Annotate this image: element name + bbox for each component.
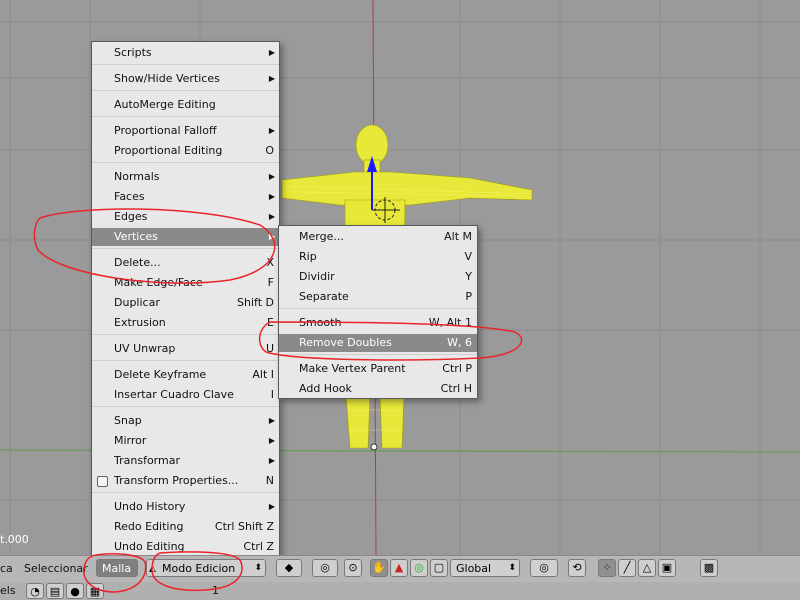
menu-item-normals[interactable]: Normals ▶ [92, 168, 279, 186]
submenu-item-separate[interactable]: Separate P [279, 288, 477, 306]
pivot-icon[interactable]: ◎ [312, 559, 338, 577]
face-select-icon[interactable]: △ [638, 559, 656, 577]
orientation-select[interactable]: Global ⬍ [450, 559, 520, 577]
menu-item-snap[interactable]: Snap ▶ [92, 412, 279, 430]
proportional-icon[interactable]: ◎ [530, 559, 558, 577]
occlude-icon[interactable]: ⊙ [344, 559, 362, 577]
mesh-menu: Scripts ▶ Show/Hide Vertices ▶ AutoMerge E… [91, 41, 280, 557]
submenu-item-merge[interactable]: Merge... Alt M [279, 228, 477, 246]
draw-type-icon[interactable]: ◆ [276, 559, 302, 577]
submenu-item-rip[interactable]: Rip V [279, 248, 477, 266]
rotate-icon[interactable]: ◎ [410, 559, 428, 577]
menu-item-transform[interactable]: Transformar ▶ [92, 452, 279, 470]
menu-item-proportional-editing[interactable]: Proportional Editing O [92, 142, 279, 160]
translate-icon[interactable]: ▲ [390, 559, 408, 577]
menu-item-undo-editing[interactable]: Undo Editing Ctrl Z [92, 538, 279, 556]
submenu-item-add-hook[interactable]: Add Hook Ctrl H [279, 380, 477, 398]
mode-icon: ◭ [149, 564, 156, 574]
menu-item-insert-keyframe[interactable]: Insertar Cuadro Clave I [92, 386, 279, 404]
menu-item-delete[interactable]: Delete... X [92, 254, 279, 272]
menu-item-automerge-editing[interactable]: AutoMerge Editing [92, 96, 279, 114]
mode-select[interactable]: ◭ Modo Edicion ⬍ [146, 559, 266, 577]
buttons-header: els ◔ ▤ ● ▦ 1 [0, 582, 800, 600]
menu-item-scripts[interactable]: Scripts ▶ [92, 44, 279, 62]
submenu-item-remove-doubles[interactable]: Remove Doubles W, 6 [279, 334, 477, 352]
checkbox-icon[interactable] [97, 476, 108, 487]
select-menu[interactable]: Seleccionar [24, 560, 88, 578]
vertices-submenu: Merge... Alt M Rip V Dividir Y Separate P Sm… [278, 225, 478, 399]
render-preview-icon[interactable]: ▩ [700, 559, 718, 577]
menu-item-show-hide-vertices[interactable]: Show/Hide Vertices ▶ [92, 70, 279, 88]
menu-item-make-edge-face[interactable]: Make Edge/Face F [92, 274, 279, 292]
menu-item-redo-editing[interactable]: Redo Editing Ctrl Shift Z [92, 518, 279, 536]
snap-icon[interactable]: ⟲ [568, 559, 586, 577]
hand-manipulator-icon[interactable]: ✋ [370, 559, 388, 577]
menu-item-vertices[interactable]: Vertices ▶ [92, 228, 279, 246]
dropdown-arrows-icon: ⬍ [508, 563, 516, 573]
submenu-item-smooth[interactable]: Smooth W, Alt 1 [279, 314, 477, 332]
menu-item-extrusion[interactable]: Extrusion E [92, 314, 279, 332]
menu-item-undo-history[interactable]: Undo History ▶ [92, 498, 279, 516]
menu-item-mirror[interactable]: Mirror ▶ [92, 432, 279, 450]
edge-select-icon[interactable]: ╱ [618, 559, 636, 577]
frame-number[interactable]: 1 [212, 584, 219, 597]
menu-item-duplicate[interactable]: Duplicar Shift D [92, 294, 279, 312]
panel-icon[interactable]: ● [66, 583, 84, 599]
panel-fragment: els [0, 584, 16, 597]
object-name-label: t.000 [0, 533, 29, 546]
menu-fragment[interactable]: ca [0, 560, 13, 578]
menu-item-delete-keyframe[interactable]: Delete Keyframe Alt I [92, 366, 279, 384]
panel-icon[interactable]: ▤ [46, 583, 64, 599]
menu-item-proportional-falloff[interactable]: Proportional Falloff ▶ [92, 122, 279, 140]
3d-view-header: ca Seleccionar Malla ◭ Modo Edicion ⬍ ◆ … [0, 555, 800, 582]
submenu-item-make-vertex-parent[interactable]: Make Vertex Parent Ctrl P [279, 360, 477, 378]
vertex-select-icon[interactable]: ⁘ [598, 559, 616, 577]
panel-icon[interactable]: ▦ [86, 583, 104, 599]
menu-item-edges[interactable]: Edges ▶ [92, 208, 279, 226]
menu-item-faces[interactable]: Faces ▶ [92, 188, 279, 206]
occlude-geometry-icon[interactable]: ▣ [658, 559, 676, 577]
mesh-menu-button[interactable]: Malla [96, 559, 138, 577]
menu-item-transform-properties[interactable]: Transform Properties... N [92, 472, 279, 490]
menu-item-uv-unwrap[interactable]: UV Unwrap U [92, 340, 279, 358]
submenu-item-divide[interactable]: Dividir Y [279, 268, 477, 286]
panel-icon[interactable]: ◔ [26, 583, 44, 599]
dropdown-arrows-icon: ⬍ [254, 563, 262, 573]
scale-icon[interactable]: ▢ [430, 559, 448, 577]
